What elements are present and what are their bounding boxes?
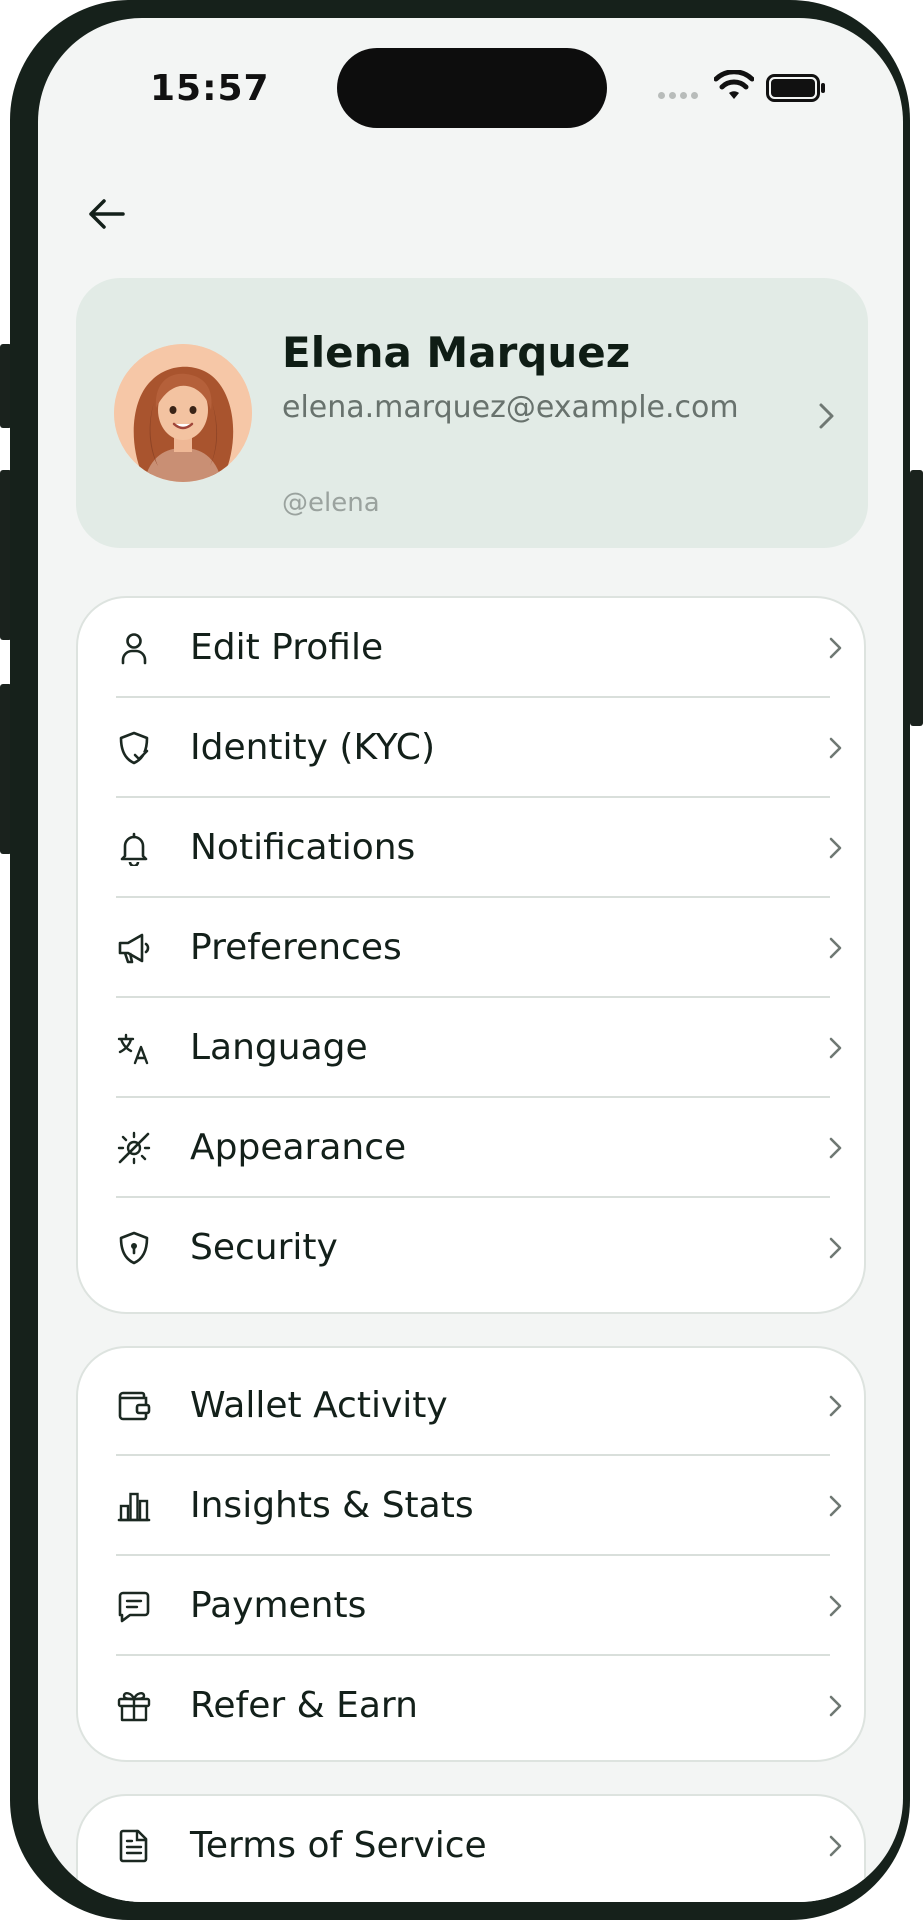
chevron-right-icon [829,1395,842,1417]
user-icon [121,633,147,665]
status-time: 15:57 [150,68,270,109]
menu-item-edit-profile[interactable]: Edit Profile [78,598,868,698]
chevron-right-icon [829,837,842,859]
chevron-right-icon [829,1137,842,1159]
menu-item-appearance[interactable]: Appearance [78,1098,868,1198]
wallet-card: Wallet Activity Insights & Stats Payment… [76,1346,866,1762]
menu-item-insights-stats[interactable]: Insights & Stats [78,1456,868,1556]
screen: 15:57 Elena Marquez elena.marquez@exampl… [38,18,903,1902]
account-settings-card: Edit Profile Identity (KYC) Notification… [76,596,866,1314]
chevron-right-icon [829,937,842,959]
menu-item-wallet-activity[interactable]: Wallet Activity [78,1356,868,1456]
chevron-right-icon [829,1835,842,1857]
wallet-icon [118,1391,151,1421]
chevron-right-icon [829,1037,842,1059]
menu-item-label: Wallet Activity [190,1385,448,1426]
menu-item-terms-of-service[interactable]: Terms of Service [78,1796,868,1896]
shield-lock-icon [119,1231,149,1265]
menu-item-label: Preferences [190,927,402,968]
profile-name: Elena Marquez [282,328,631,377]
shield-check-icon [119,731,149,765]
menu-item-label: Security [190,1227,338,1268]
menu-item-label: Refer & Earn [190,1685,418,1726]
chevron-right-icon [829,1595,842,1617]
menu-item-label: Appearance [190,1127,407,1168]
legal-card: Terms of Service [76,1794,866,1902]
avatar [114,344,252,482]
cellular-signal-icon [658,92,698,99]
sun-off-icon [117,1131,151,1165]
menu-item-preferences[interactable]: Preferences [78,898,868,998]
power-button [910,470,923,726]
translate-icon [117,1033,149,1065]
gift-icon [117,1691,151,1722]
menu-item-language[interactable]: Language [78,998,868,1098]
menu-item-label: Payments [190,1585,367,1626]
profile-handle: @elena [282,488,380,518]
arrow-left-icon [89,199,125,229]
phone-frame: 15:57 Elena Marquez elena.marquez@exampl… [10,0,910,1920]
menu-item-label: Notifications [190,827,416,868]
menu-item-refer-earn[interactable]: Refer & Earn [78,1656,868,1756]
profile-card[interactable]: Elena Marquez elena.marquez@example.com … [76,278,868,548]
chevron-right-icon [829,637,842,659]
menu-item-label: Insights & Stats [190,1485,474,1526]
bell-icon [120,832,148,866]
menu-item-label: Terms of Service [190,1825,487,1866]
document-icon [119,1829,148,1863]
megaphone-icon [118,933,150,964]
message-icon [118,1591,150,1623]
chevron-right-icon [829,1695,842,1717]
menu-item-label: Language [190,1027,368,1068]
wifi-icon [714,70,754,99]
menu-item-security[interactable]: Security [78,1198,868,1298]
chevron-right-icon [829,737,842,759]
chevron-right-icon [819,403,834,429]
menu-item-identity-kyc[interactable]: Identity (KYC) [78,698,868,798]
menu-item-notifications[interactable]: Notifications [78,798,868,898]
battery-icon [766,74,825,102]
chevron-right-icon [829,1237,842,1259]
chevron-right-icon [829,1495,842,1517]
dynamic-island [337,48,607,128]
menu-item-label: Edit Profile [190,627,384,668]
menu-item-payments[interactable]: Payments [78,1556,868,1656]
back-button[interactable] [78,186,134,242]
profile-email: elena.marquez@example.com [282,390,739,425]
menu-item-label: Identity (KYC) [190,727,435,768]
bar-chart-icon [117,1492,151,1522]
